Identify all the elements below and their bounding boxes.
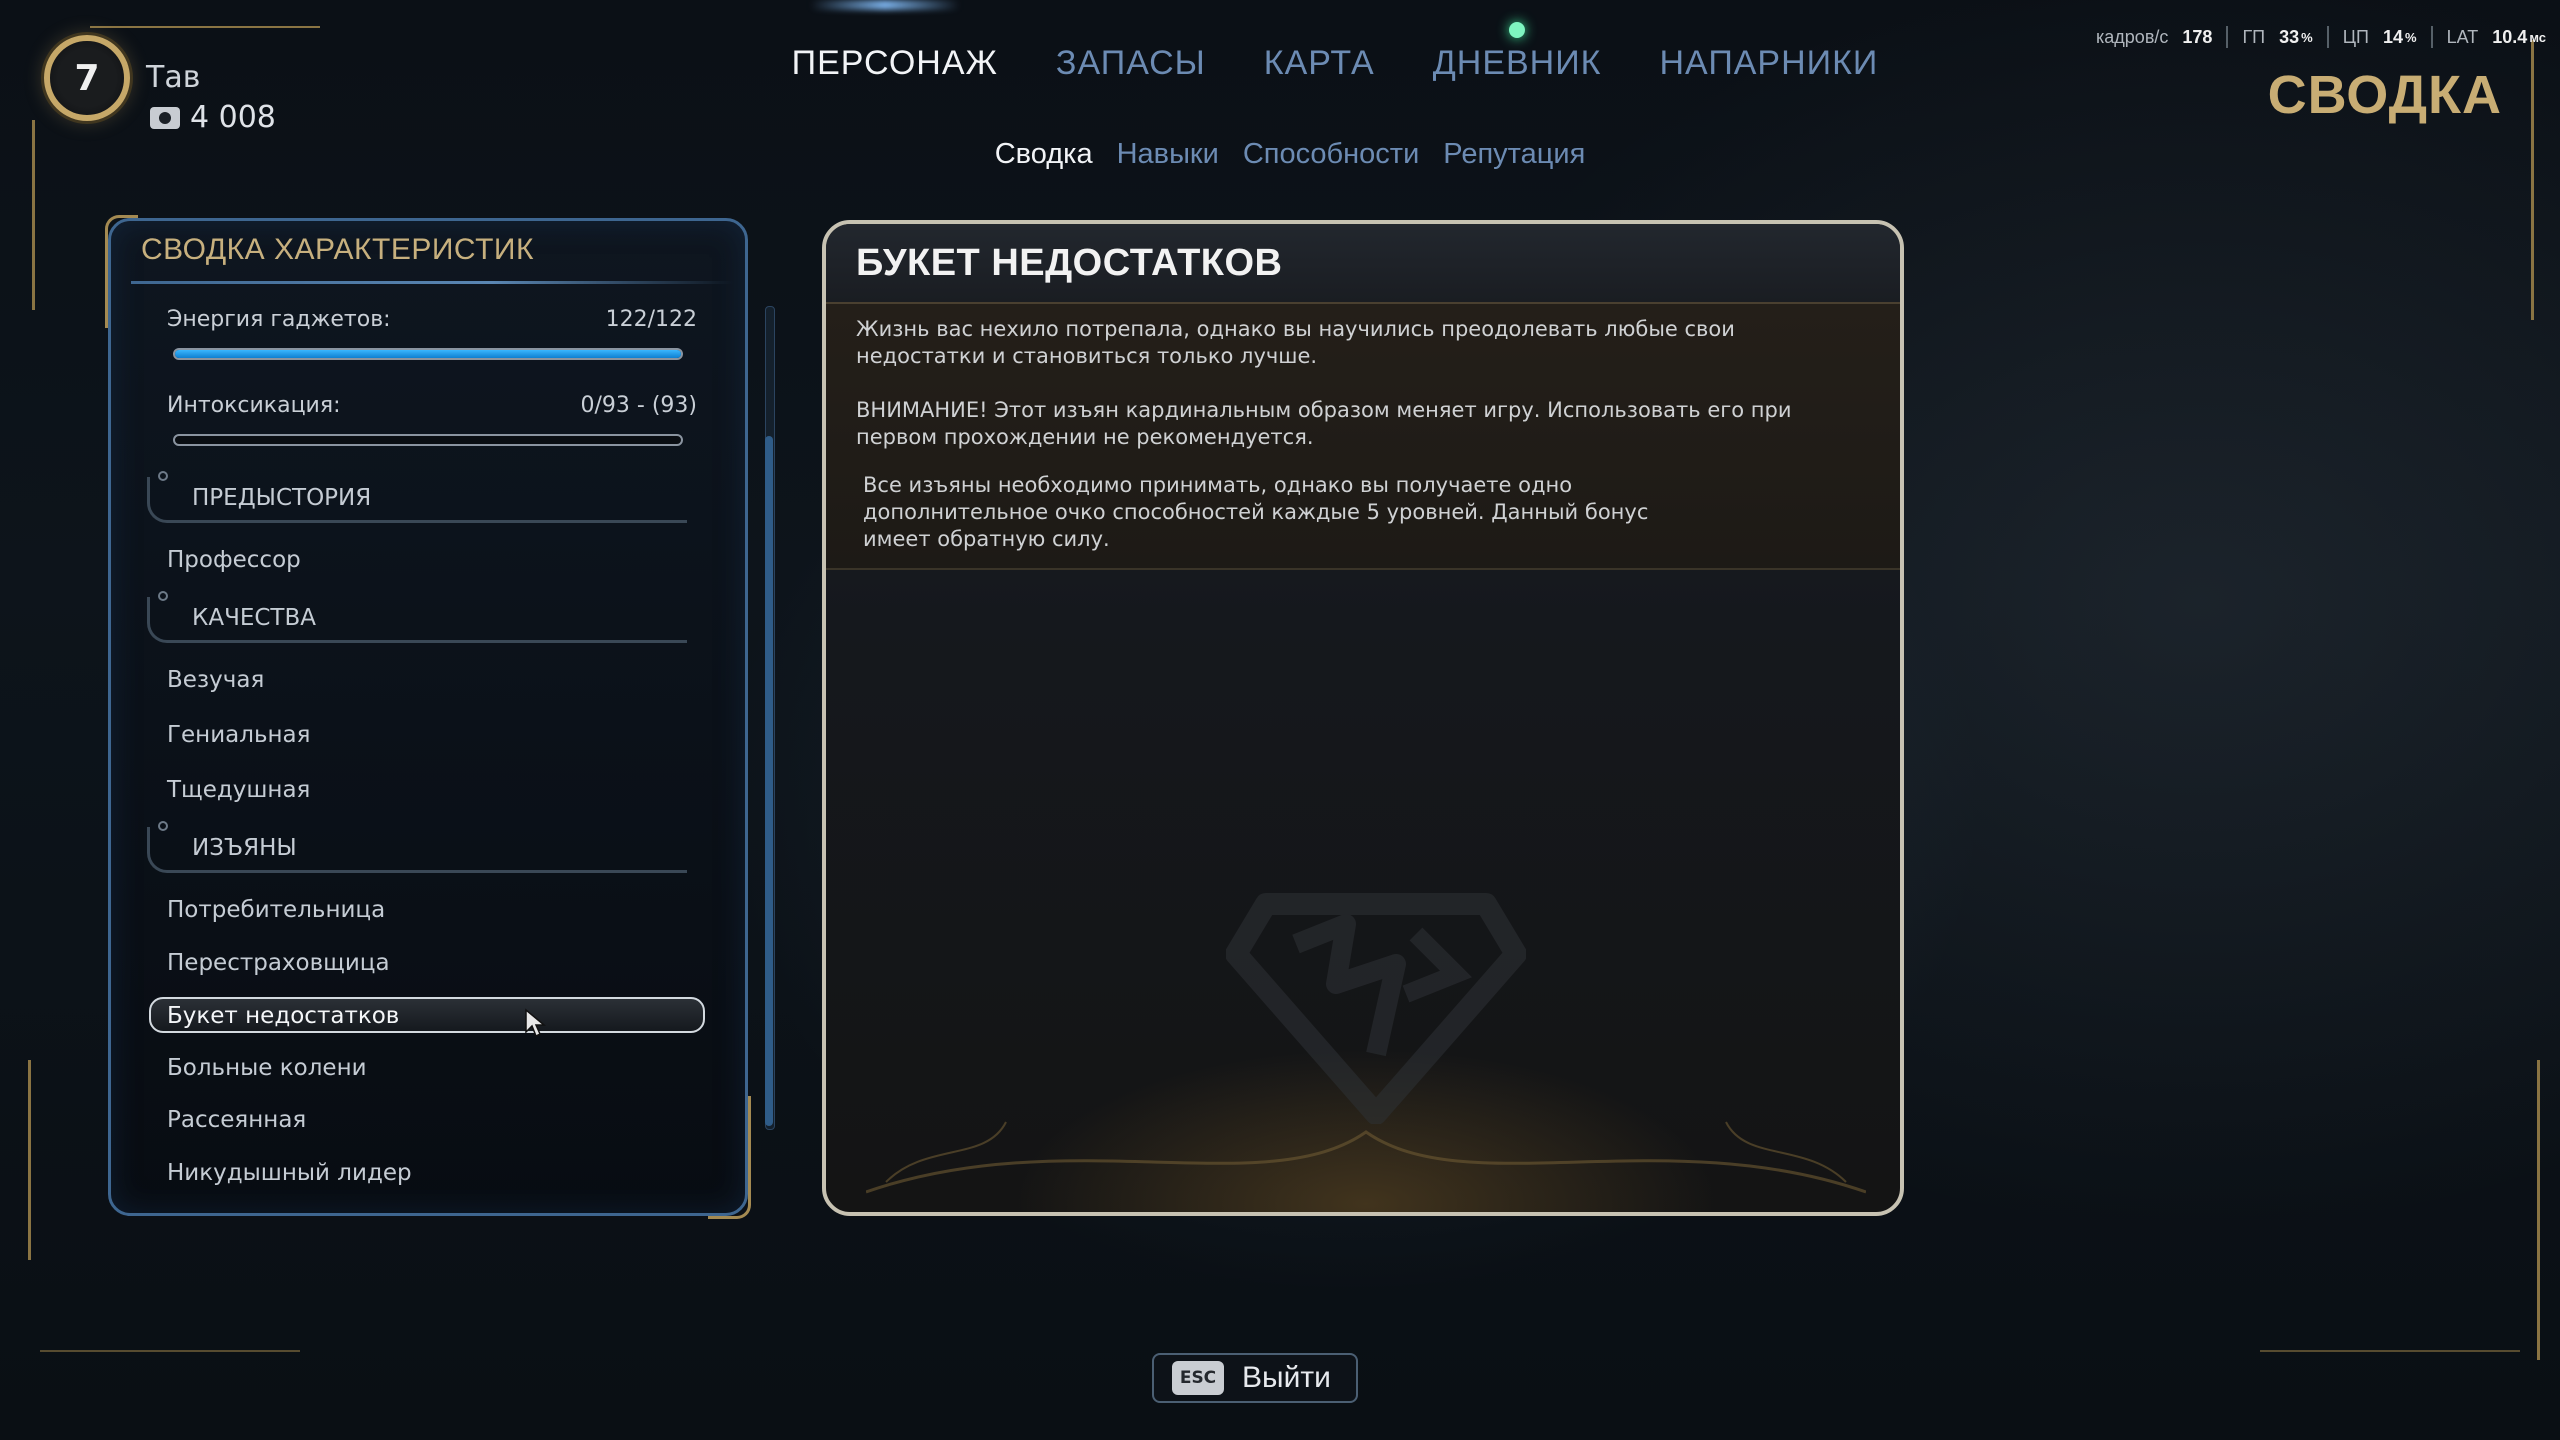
section-qualities-title: КАЧЕСТВА bbox=[192, 605, 316, 631]
intoxication-bar bbox=[173, 434, 683, 446]
lat-unit: мс bbox=[2529, 29, 2546, 45]
cpu-label: ЦП bbox=[2342, 26, 2369, 47]
intoxication-stat: Интоксикация: 0/93 - (93) bbox=[167, 393, 697, 446]
list-item-flaw[interactable]: Больные колени bbox=[167, 1055, 707, 1081]
exit-button-label: Выйти bbox=[1242, 1361, 1331, 1394]
detail-paragraph-line: дополнительное очко способностей каждые … bbox=[863, 500, 1649, 524]
subtab-summary[interactable]: Сводка bbox=[995, 138, 1093, 171]
list-item-quality[interactable]: Везучая bbox=[167, 667, 707, 693]
subtab-abilities[interactable]: Способности bbox=[1243, 138, 1419, 171]
perf-separator bbox=[2326, 26, 2329, 48]
section-flaws[interactable]: ИЗЪЯНЫ bbox=[147, 821, 687, 873]
frame-right-bottom-line bbox=[2537, 1060, 2540, 1360]
perf-separator bbox=[2226, 26, 2229, 48]
gpu-unit: % bbox=[2301, 29, 2313, 45]
lat-label: LAT bbox=[2446, 26, 2479, 47]
panel-ornament bbox=[866, 1121, 1866, 1194]
intoxication-label: Интоксикация: bbox=[167, 393, 341, 418]
tab-inventory[interactable]: ЗАПАСЫ bbox=[1056, 44, 1206, 83]
perf-separator bbox=[2430, 26, 2433, 48]
frame-bottom-left-line bbox=[40, 1350, 300, 1352]
detail-header: БУКЕТ НЕДОСТАТКОВ bbox=[826, 224, 1900, 304]
tab-character[interactable]: ПЕРСОНАЖ bbox=[792, 44, 998, 83]
performance-overlay: кадров/с 178 ГП 33% ЦП 14% LAT 10.4 мс bbox=[2096, 26, 2546, 48]
frame-top-left-line bbox=[90, 26, 320, 28]
list-item-flaw[interactable]: Никудышный лидер bbox=[167, 1160, 707, 1186]
list-item-quality[interactable]: Тщедушная bbox=[167, 777, 707, 803]
gadget-energy-label: Энергия гаджетов: bbox=[167, 307, 391, 332]
list-item-flaw[interactable]: Рассеянная bbox=[167, 1107, 707, 1133]
lat-value: 10.4 bbox=[2492, 26, 2528, 47]
gadget-energy-stat: Энергия гаджетов: 122/122 bbox=[167, 307, 697, 360]
list-item-flaw[interactable]: Перестраховщица bbox=[167, 950, 707, 976]
list-item-flaw-selected[interactable]: Букет недостатков bbox=[149, 997, 705, 1033]
detail-paragraph: Все изъяны необходимо принимать, однако … bbox=[863, 472, 1863, 553]
esc-key-icon: ESC bbox=[1172, 1361, 1224, 1395]
section-background[interactable]: ПРЕДЫСТОРИЯ bbox=[147, 471, 687, 523]
section-marker-icon bbox=[158, 471, 168, 481]
stats-summary-panel: СВОДКА ХАРАКТЕРИСТИК Энергия гаджетов: 1… bbox=[105, 215, 751, 1219]
detail-paragraph-line: Все изъяны необходимо принимать, однако … bbox=[863, 473, 1573, 497]
detail-description: Жизнь вас нехило потрепала, однако вы на… bbox=[826, 304, 1900, 570]
fps-label: кадров/с bbox=[2096, 26, 2169, 47]
detail-paragraph: Жизнь вас нехило потрепала, однако вы на… bbox=[856, 317, 1735, 368]
frame-bottom-right-line bbox=[2260, 1350, 2520, 1352]
top-glow bbox=[810, 0, 960, 10]
section-background-title: ПРЕДЫСТОРИЯ bbox=[192, 485, 372, 511]
tab-journal-label: ДНЕВНИК bbox=[1432, 44, 1602, 82]
frame-left-bottom-line bbox=[28, 1060, 31, 1260]
detail-title: БУКЕТ НЕДОСТАТКОВ bbox=[856, 242, 1283, 284]
notification-dot-icon bbox=[1509, 22, 1526, 38]
exit-button[interactable]: ESC Выйти bbox=[1152, 1353, 1358, 1403]
scrollbar-thumb[interactable] bbox=[765, 436, 773, 1126]
intoxication-value: 0/93 - (93) bbox=[580, 393, 698, 418]
money-icon bbox=[150, 106, 180, 129]
section-marker-icon bbox=[158, 591, 168, 601]
subtab-reputation[interactable]: Репутация bbox=[1443, 138, 1585, 171]
tab-map[interactable]: КАРТА bbox=[1264, 44, 1375, 83]
gpu-label: ГП bbox=[2242, 26, 2266, 47]
list-item-quality[interactable]: Гениальная bbox=[167, 722, 707, 748]
list-item-flaw[interactable]: Потребительница bbox=[167, 897, 707, 923]
panel-header: СВОДКА ХАРАКТЕРИСТИК bbox=[141, 233, 534, 266]
section-qualities[interactable]: КАЧЕСТВА bbox=[147, 591, 687, 643]
cursor-icon bbox=[525, 1008, 547, 1038]
tab-companions[interactable]: НАПАРНИКИ bbox=[1659, 44, 1878, 83]
main-nav: ПЕРСОНАЖ ЗАПАСЫ КАРТА ДНЕВНИК НАПАРНИКИ bbox=[0, 22, 2560, 83]
fps-value: 178 bbox=[2182, 26, 2213, 47]
money-display: 4 008 bbox=[150, 100, 276, 135]
detail-panel: БУКЕТ НЕДОСТАТКОВ Жизнь вас нехило потре… bbox=[822, 220, 1904, 1216]
cpu-value: 14 bbox=[2382, 26, 2404, 47]
detail-paragraph-line: имеет обратную силу. bbox=[863, 527, 1110, 551]
section-flaws-title: ИЗЪЯНЫ bbox=[192, 835, 297, 861]
sub-nav: Сводка Навыки Способности Репутация bbox=[0, 138, 2560, 171]
gadget-energy-fill bbox=[175, 350, 681, 358]
section-marker-icon bbox=[158, 821, 168, 831]
subtab-skills[interactable]: Навыки bbox=[1117, 138, 1219, 171]
gpu-value: 33 bbox=[2279, 26, 2300, 47]
panel-ornament bbox=[708, 1096, 751, 1219]
panel-header-divider bbox=[131, 281, 733, 284]
detail-paragraph: ВНИМАНИЕ! Этот изъян кардинальным образо… bbox=[856, 398, 1792, 449]
page-title: СВОДКА bbox=[2267, 65, 2502, 125]
panel-ornament bbox=[105, 215, 138, 328]
list-item-background[interactable]: Профессор bbox=[167, 547, 707, 573]
gadget-energy-bar bbox=[173, 348, 683, 360]
cpu-unit: % bbox=[2405, 29, 2417, 45]
money-value: 4 008 bbox=[190, 100, 276, 135]
gadget-energy-value: 122/122 bbox=[605, 307, 697, 332]
tab-journal[interactable]: ДНЕВНИК bbox=[1432, 22, 1602, 83]
